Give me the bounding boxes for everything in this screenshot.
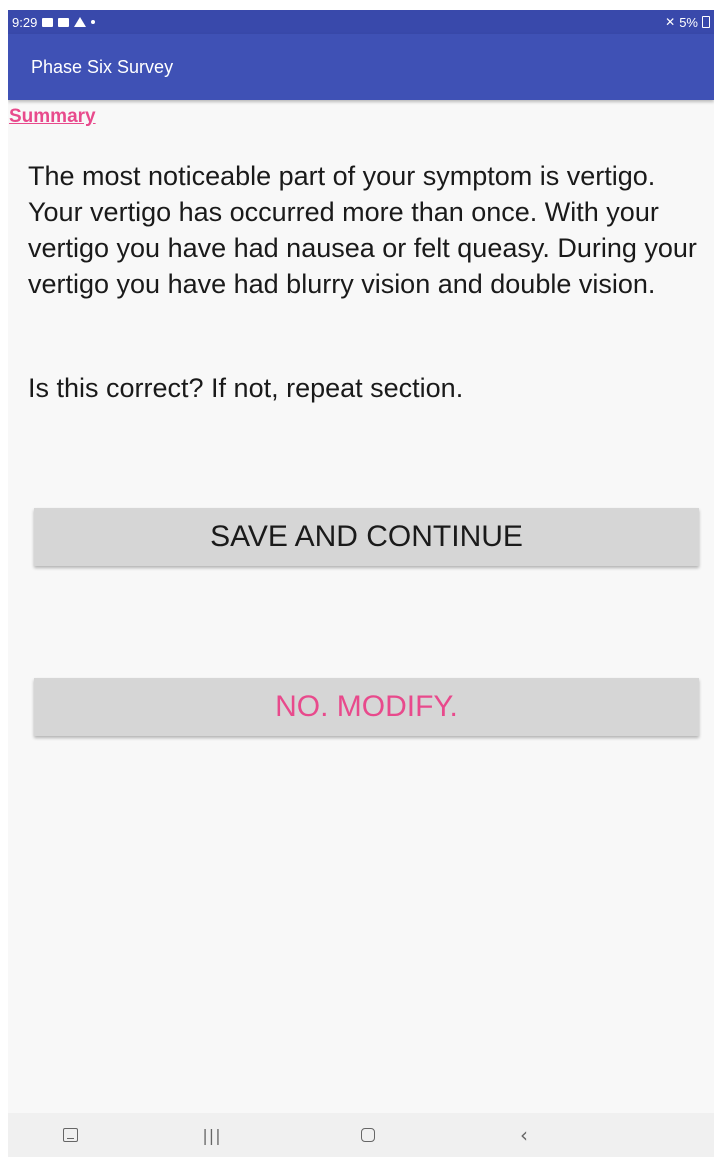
status-bar-right: ✕ 5% — [665, 15, 710, 30]
keyboard-icon — [62, 1128, 78, 1142]
battery-icon — [702, 16, 710, 28]
navigation-bar: ||| ‹ — [8, 1113, 714, 1157]
confirmation-question: Is this correct? If not, repeat section. — [28, 373, 464, 403]
status-time: 9:29 — [12, 14, 38, 30]
back-icon: ‹ — [520, 1123, 528, 1147]
mute-icon: ✕ — [665, 15, 676, 29]
battery-percent: 5% — [679, 14, 698, 30]
status-bar-left: 9:29 — [12, 14, 96, 30]
app-title: Phase Six Survey — [31, 56, 174, 77]
recents-icon: ||| — [202, 1125, 222, 1145]
keyboard-button[interactable] — [40, 1113, 100, 1157]
recents-button[interactable]: ||| — [182, 1113, 242, 1157]
summary-link[interactable]: Summary — [9, 106, 96, 128]
status-bar: 9:29 ✕ 5% — [8, 10, 714, 34]
app-bar: Phase Six Survey — [8, 34, 714, 100]
app-screen: 9:29 ✕ 5% Phase Six Survey Summary The m… — [8, 10, 714, 1157]
home-button[interactable] — [338, 1113, 398, 1157]
dot-icon — [91, 20, 96, 24]
summary-text: The most noticeable part of your symptom… — [28, 161, 697, 299]
back-button[interactable]: ‹ — [494, 1113, 554, 1157]
notification-icon — [58, 17, 70, 27]
warning-icon — [74, 17, 87, 27]
save-and-continue-button[interactable]: SAVE AND CONTINUE — [34, 508, 699, 566]
modify-button[interactable]: NO. MODIFY. — [34, 678, 699, 736]
home-icon — [361, 1128, 375, 1142]
image-icon — [42, 17, 54, 27]
